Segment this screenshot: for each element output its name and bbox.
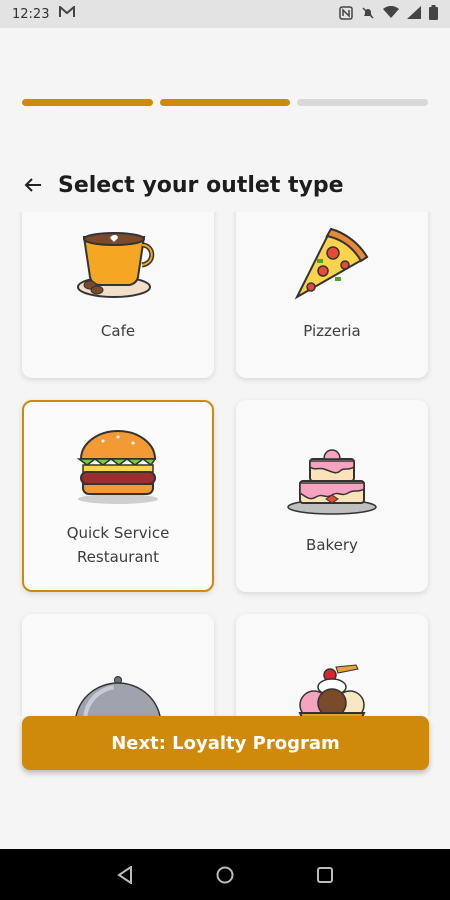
outlet-card-bakery[interactable]: Bakery <box>236 400 428 592</box>
cloche-icon <box>68 661 168 716</box>
outlet-label: Bakery <box>306 536 358 554</box>
nav-recents-icon[interactable] <box>314 864 336 886</box>
outlet-card-quick-service-restaurant[interactable]: Quick Service Restaurant <box>22 400 214 592</box>
status-time: 12:23 <box>12 6 50 22</box>
outlet-card-dessert[interactable] <box>236 614 428 716</box>
wifi-icon <box>383 5 399 22</box>
outlet-type-grid: Cafe Pizzeria Quick Service Restaurant B… <box>22 212 428 716</box>
outlet-card-fine-dining[interactable] <box>22 614 214 716</box>
ice-cream-sundae-icon <box>282 661 382 716</box>
outlet-label: Cafe <box>100 322 136 340</box>
outlet-card-cafe[interactable]: Cafe <box>22 212 214 378</box>
outlet-card-pizzeria[interactable]: Pizzeria <box>236 212 428 378</box>
burger-icon <box>68 423 168 507</box>
coffee-cup-icon <box>68 221 168 305</box>
outlet-label: Pizzeria <box>303 322 361 340</box>
system-nav-bar <box>0 849 450 900</box>
progress-step-2 <box>159 99 291 106</box>
outlet-type-list[interactable]: Cafe Pizzeria Quick Service Restaurant B… <box>0 212 450 716</box>
gmail-icon <box>59 4 76 22</box>
back-arrow-icon[interactable] <box>20 170 46 200</box>
onboarding-progress <box>22 99 429 106</box>
status-icons <box>339 5 438 23</box>
pizza-slice-icon <box>282 221 382 305</box>
cake-icon <box>282 435 382 519</box>
nav-back-icon[interactable] <box>114 864 136 886</box>
nav-home-icon[interactable] <box>214 864 236 886</box>
progress-step-1 <box>22 99 153 106</box>
page-title: Select your outlet type <box>58 172 344 198</box>
page-header: Select your outlet type <box>20 168 430 202</box>
nfc-icon <box>339 5 353 23</box>
mute-bell-icon <box>361 6 375 23</box>
status-bar: 12:23 <box>0 0 450 28</box>
outlet-label: Quick Service Restaurant <box>66 524 170 566</box>
battery-icon <box>429 5 438 23</box>
next-button[interactable]: Next: Loyalty Program <box>22 716 429 770</box>
progress-step-3 <box>297 99 429 106</box>
signal-icon <box>407 6 421 22</box>
